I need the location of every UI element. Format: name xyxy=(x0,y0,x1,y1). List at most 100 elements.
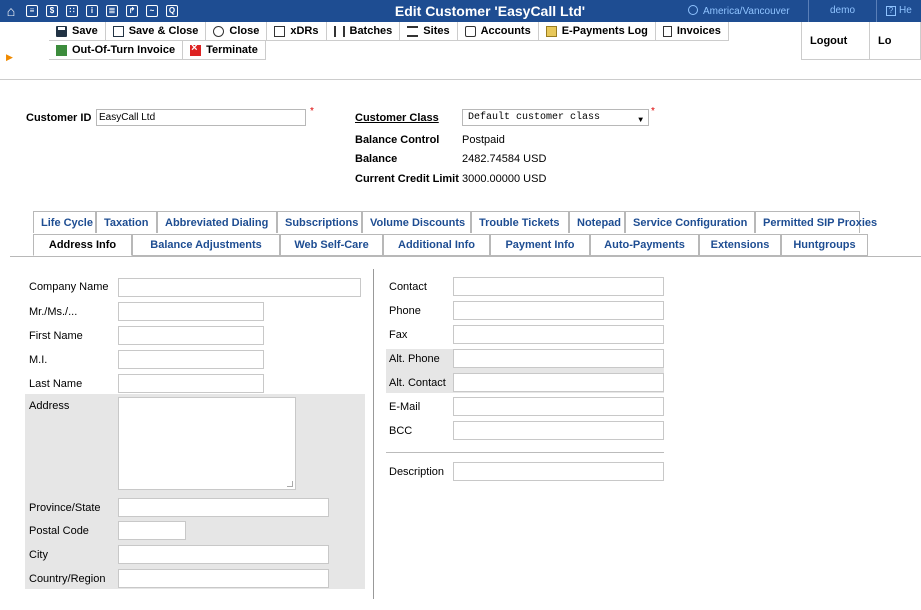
close-label: Close xyxy=(229,25,260,37)
close-icon xyxy=(213,25,225,37)
save-button[interactable]: Save xyxy=(49,22,106,41)
company-name-label: Company Name xyxy=(29,281,109,293)
customer-class-select[interactable]: Default customer class ▼ xyxy=(462,109,649,126)
accounts-label: Accounts xyxy=(480,25,531,37)
accounts-button[interactable]: Accounts xyxy=(457,22,539,41)
sites-button[interactable]: Sites xyxy=(400,22,458,41)
balance-label: Balance xyxy=(355,153,398,165)
list-icon[interactable]: ≡ xyxy=(22,0,42,22)
save-close-button[interactable]: Save & Close xyxy=(105,22,207,41)
tab-trouble-tickets[interactable]: Trouble Tickets xyxy=(471,211,569,233)
last-name-label: Last Name xyxy=(29,378,83,390)
home-icon[interactable]: ⌂ xyxy=(0,0,22,22)
tab-subscriptions[interactable]: Subscriptions xyxy=(277,211,362,233)
tab-taxation[interactable]: Taxation xyxy=(96,211,157,233)
export-icon[interactable]: ↱ xyxy=(122,0,142,22)
phone-label: Phone xyxy=(389,305,421,317)
floppy-icon xyxy=(56,25,67,37)
arrow-right-icon: ▶ xyxy=(6,52,13,62)
tab-huntgroups[interactable]: Huntgroups xyxy=(781,234,868,256)
alt-phone-label: Alt. Phone xyxy=(389,353,440,365)
city-input[interactable] xyxy=(118,545,329,564)
tab-abbreviated-dialing[interactable]: Abbreviated Dialing xyxy=(157,211,277,233)
customer-class-link[interactable]: Customer Class xyxy=(355,112,439,124)
postal-code-input[interactable] xyxy=(118,521,186,540)
save-close-label: Save & Close xyxy=(128,25,199,37)
terminate-button[interactable]: Terminate xyxy=(183,41,266,60)
tab-balance-adjustments[interactable]: Balance Adjustments xyxy=(132,234,280,256)
toolbar: ▶ Save Save & Close Close xDRs Batches S… xyxy=(0,22,921,80)
dollar-icon[interactable]: $ xyxy=(42,0,62,22)
tab-volume-discounts[interactable]: Volume Discounts xyxy=(362,211,471,233)
xdrs-label: xDRs xyxy=(290,25,319,37)
country-input[interactable] xyxy=(118,569,329,588)
user-name[interactable]: demo xyxy=(830,5,855,16)
tab-notepad[interactable]: Notepad xyxy=(569,211,625,233)
tab-permitted-sip-proxies[interactable]: Permitted SIP Proxies xyxy=(755,211,877,233)
search-icon[interactable]: Q xyxy=(162,0,182,22)
description-label: Description xyxy=(389,466,445,478)
email-input[interactable] xyxy=(453,397,664,416)
province-input[interactable] xyxy=(118,498,329,517)
tab-payment-info[interactable]: Payment Info xyxy=(490,234,590,256)
description-input[interactable] xyxy=(453,462,664,481)
bcc-input[interactable] xyxy=(453,421,664,440)
tab-extensions[interactable]: Extensions xyxy=(699,234,781,256)
mr-ms-label: Mr./Ms./... xyxy=(29,306,78,318)
logout-secondary-label: Lo xyxy=(878,34,892,47)
balance-control-value: Postpaid xyxy=(462,134,505,146)
divider xyxy=(876,0,877,22)
mr-ms-input[interactable] xyxy=(118,302,264,321)
tab-additional-info[interactable]: Additional Info xyxy=(383,234,490,256)
credit-limit-label: Current Credit Limit xyxy=(355,173,459,185)
invoices-button[interactable]: Invoices xyxy=(655,22,729,41)
credit-limit-row: Current Credit Limit 3000.00000 USD xyxy=(355,173,546,185)
first-name-input[interactable] xyxy=(118,326,264,345)
first-name-label: First Name xyxy=(29,330,83,342)
alt-phone-input[interactable] xyxy=(453,349,664,368)
tab-auto-payments[interactable]: Auto-Payments xyxy=(590,234,699,256)
help-label: He xyxy=(899,5,912,16)
logout-button[interactable]: Logout xyxy=(801,22,870,60)
phone-input[interactable] xyxy=(453,301,664,320)
mi-input[interactable] xyxy=(118,350,264,369)
fax-input[interactable] xyxy=(453,325,664,344)
balance-control-row: Balance Control Postpaid xyxy=(355,134,505,146)
tab-web-self-care[interactable]: Web Self-Care xyxy=(280,234,383,256)
chart-icon[interactable]: ~ xyxy=(142,0,162,22)
floppy-close-icon xyxy=(112,25,124,37)
invoices-label: Invoices xyxy=(676,25,721,37)
epayments-log-button[interactable]: E-Payments Log xyxy=(538,22,656,41)
person-icon[interactable]: i xyxy=(82,0,102,22)
out-of-turn-label: Out-Of-Turn Invoice xyxy=(72,44,176,56)
tab-life-cycle[interactable]: Life Cycle xyxy=(33,211,96,233)
tab-address-info[interactable]: Address Info xyxy=(33,234,132,256)
out-of-turn-invoice-button[interactable]: Out-Of-Turn Invoice xyxy=(49,41,184,60)
tabs-icon[interactable]: ≣ xyxy=(102,0,122,22)
tab-service-configuration[interactable]: Service Configuration xyxy=(625,211,755,233)
batches-button[interactable]: Batches xyxy=(326,22,401,41)
invoice-icon xyxy=(56,44,67,56)
list-icon xyxy=(274,25,286,37)
customer-id-label: Customer ID xyxy=(26,112,92,124)
grid-icon[interactable]: ∷ xyxy=(62,0,82,22)
alt-contact-input[interactable] xyxy=(453,373,664,392)
terminate-label: Terminate xyxy=(206,44,258,56)
bcc-label: BCC xyxy=(389,425,413,437)
required-mark: * xyxy=(651,106,655,117)
help-icon: ? xyxy=(886,6,896,16)
close-button[interactable]: Close xyxy=(206,22,268,41)
sites-icon xyxy=(407,25,419,37)
logout-secondary-button[interactable]: Lo xyxy=(870,22,921,60)
city-label: City xyxy=(29,549,48,561)
tabs-row-2: Address Info Balance Adjustments Web Sel… xyxy=(33,234,868,256)
help-link[interactable]: ? He xyxy=(886,5,912,16)
contact-input[interactable] xyxy=(453,277,664,296)
toolbar-row-2: Out-Of-Turn Invoice Terminate xyxy=(49,41,266,60)
customer-id-input[interactable]: EasyCall Ltd xyxy=(96,109,306,126)
xdrs-button[interactable]: xDRs xyxy=(267,22,327,41)
company-name-input[interactable] xyxy=(118,278,361,297)
address-textarea[interactable] xyxy=(118,397,296,490)
last-name-input[interactable] xyxy=(118,374,264,393)
timezone-link[interactable]: America/Vancouver xyxy=(688,5,790,17)
